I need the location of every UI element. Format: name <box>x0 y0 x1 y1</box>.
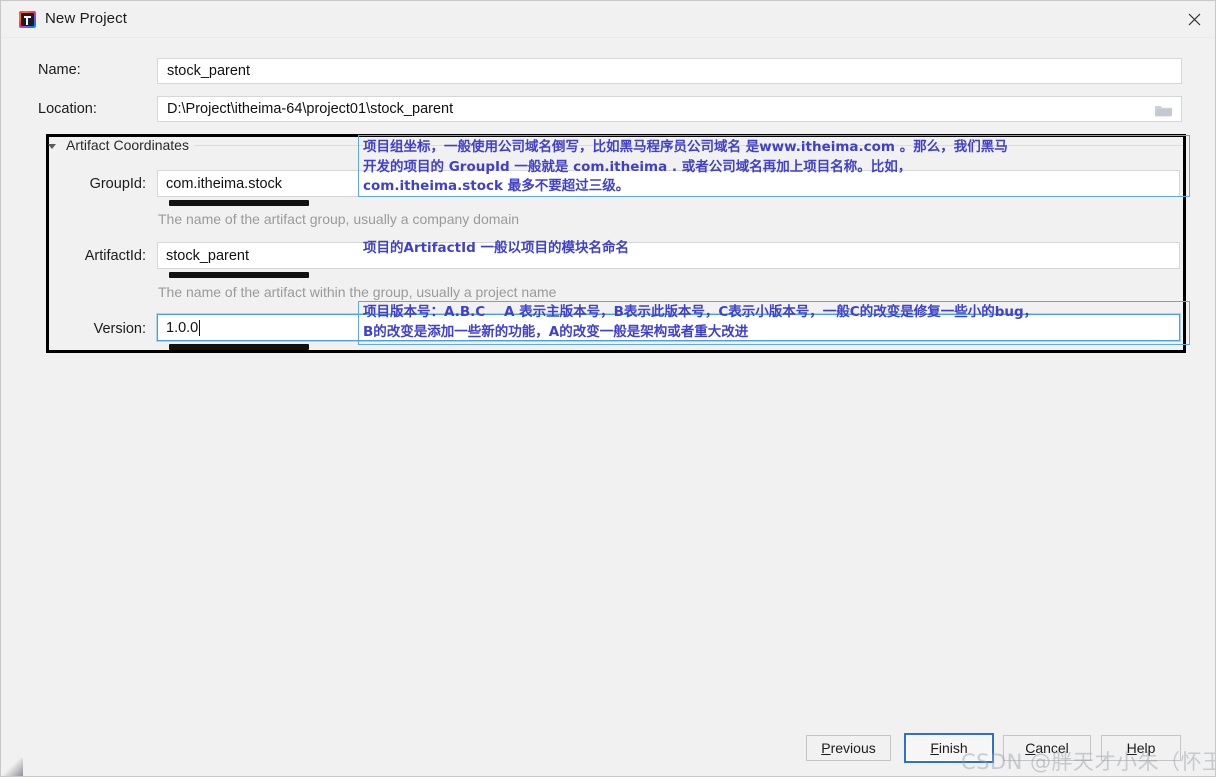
folder-icon[interactable] <box>1149 100 1177 120</box>
name-label: Name: <box>38 62 81 78</box>
close-icon[interactable] <box>1171 1 1215 37</box>
groupid-underline-marker <box>169 200 309 206</box>
window-title: New Project <box>45 10 127 27</box>
corner-shadow <box>1 758 23 776</box>
version-underline-marker <box>169 344 309 350</box>
location-input-value: D:\Project\itheima-64\project01\stock_pa… <box>167 101 454 117</box>
text-caret <box>199 319 201 336</box>
artifactid-underline-marker <box>169 272 309 278</box>
artifactid-label: ArtifactId: <box>84 248 146 264</box>
previous-button[interactable]: Previous <box>806 735 891 761</box>
intellij-idea-icon <box>19 11 36 28</box>
location-input[interactable]: D:\Project\itheima-64\project01\stock_pa… <box>157 96 1182 122</box>
artifact-coordinates-title: Artifact Coordinates <box>61 137 194 153</box>
name-input[interactable]: stock_parent <box>157 58 1182 84</box>
artifactid-annotation-text: 项目的ArtifactId 一般以项目的模块名命名 <box>363 240 630 256</box>
groupid-annotation-text: 项目组坐标，一般使用公司域名倒写，比如黑马程序员公司域名 是www.itheim… <box>363 139 1008 194</box>
version-label: Version: <box>93 321 146 337</box>
version-input-value: 1.0.0 <box>166 319 199 336</box>
csdn-watermark: CSDN @胖天才小朱（怀玉） <box>961 750 1215 774</box>
artifactid-input[interactable]: stock_parent <box>157 242 1180 269</box>
groupid-hint: The name of the artifact group, usually … <box>158 211 520 227</box>
previous-button-label: Previous <box>821 740 876 756</box>
groupid-label: GroupId: <box>89 176 146 192</box>
version-annotation-text: 项目版本号：A.B.C A 表示主版本号，B表示此版本号，C表示小版本号，一般C… <box>363 304 1038 340</box>
title-bar: New Project <box>1 1 1215 38</box>
new-project-dialog: New Project Name: stock_parent Location:… <box>0 0 1216 777</box>
chevron-down-icon[interactable] <box>48 144 56 149</box>
location-label: Location: <box>38 101 97 117</box>
artifactid-hint: The name of the artifact within the grou… <box>158 284 557 300</box>
